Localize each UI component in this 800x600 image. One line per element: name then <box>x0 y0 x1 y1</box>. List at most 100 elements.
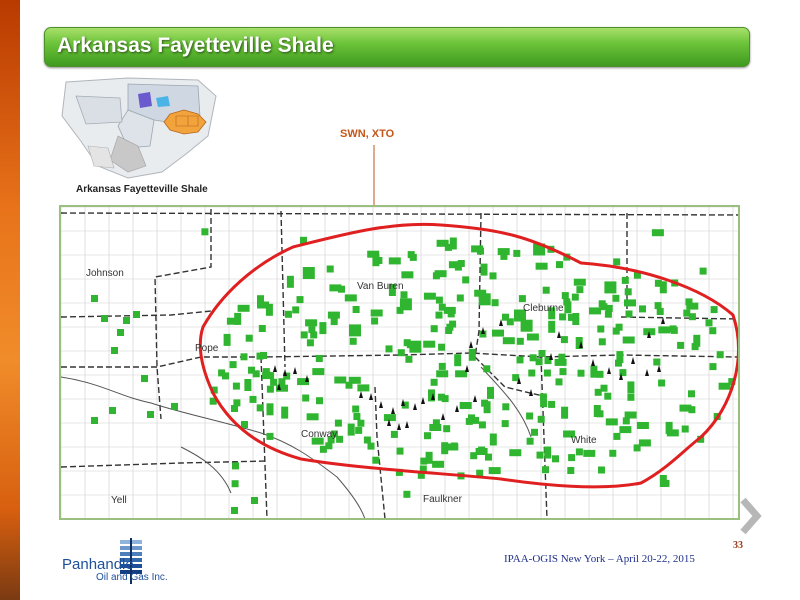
well-square <box>548 400 556 408</box>
well-square <box>256 404 264 412</box>
well-square <box>432 460 445 468</box>
well-square <box>449 320 457 328</box>
county-label-van-buren: Van Buren <box>357 281 404 292</box>
well-square <box>438 362 446 370</box>
well-square <box>348 376 361 384</box>
well-square <box>488 467 501 475</box>
well-square <box>438 303 446 311</box>
well-square <box>437 393 445 401</box>
well-square <box>609 449 617 457</box>
well-square <box>639 305 646 313</box>
well-square <box>561 292 569 300</box>
well-square <box>688 406 696 414</box>
rig-marker <box>441 413 445 420</box>
well-square <box>478 421 486 429</box>
well-square <box>347 423 355 436</box>
well-square <box>520 319 533 332</box>
well-square <box>538 350 546 357</box>
well-square <box>598 338 606 346</box>
well-square <box>91 417 98 424</box>
well-square <box>232 382 240 390</box>
well-square <box>489 272 497 280</box>
well-square <box>444 243 452 251</box>
well-square <box>563 298 571 306</box>
well-square <box>625 310 633 318</box>
well-square <box>502 337 515 345</box>
county-map-canvas <box>61 207 738 518</box>
well-square <box>101 315 108 322</box>
rig-marker <box>465 365 469 372</box>
well-square <box>334 419 342 427</box>
well-square <box>456 294 464 302</box>
well-square <box>388 257 401 265</box>
well-square <box>256 352 264 360</box>
well-square <box>554 358 567 366</box>
well-square <box>330 318 338 326</box>
well-square <box>699 267 707 275</box>
county-label-yell: Yell <box>111 495 127 506</box>
well-square <box>438 343 446 351</box>
well-square <box>117 329 124 336</box>
well-square <box>500 252 508 260</box>
well-square <box>326 265 334 273</box>
well-square <box>445 327 453 334</box>
well-square <box>319 322 327 335</box>
well-square <box>535 262 548 270</box>
well-square <box>710 306 718 314</box>
well-square <box>141 375 148 382</box>
well-square <box>91 295 98 302</box>
well-square <box>528 369 536 377</box>
well-square <box>474 289 487 297</box>
rig-marker <box>557 331 561 338</box>
well-square <box>319 445 327 453</box>
rig-marker <box>397 423 401 430</box>
well-square <box>424 432 431 440</box>
well-square <box>470 452 478 460</box>
well-square <box>670 326 678 334</box>
well-square <box>502 403 510 411</box>
well-square <box>435 311 443 319</box>
well-square <box>627 381 635 394</box>
well-square <box>344 294 357 302</box>
well-square <box>400 291 408 299</box>
well-square <box>401 271 414 279</box>
well-square <box>306 413 319 421</box>
well-square <box>218 369 226 377</box>
rig-marker <box>469 341 473 348</box>
rig-marker <box>283 369 287 376</box>
well-square <box>659 281 667 294</box>
well-square <box>535 358 543 366</box>
well-square <box>257 295 264 303</box>
well-square <box>613 432 621 440</box>
well-square <box>627 393 635 401</box>
well-square <box>231 405 238 412</box>
rig-marker <box>421 397 425 404</box>
well-square <box>357 419 365 427</box>
well-square <box>399 298 412 311</box>
well-square <box>598 466 605 474</box>
well-square <box>567 313 575 321</box>
well-square <box>677 341 685 349</box>
rig-marker <box>473 395 477 402</box>
well-square <box>147 411 154 418</box>
well-square <box>371 317 379 325</box>
well-square <box>423 340 436 348</box>
slide-title: Arkansas Fayetteville Shale <box>57 34 334 57</box>
well-square <box>597 325 605 333</box>
well-square <box>688 390 695 398</box>
well-square <box>430 325 438 333</box>
well-square <box>638 439 651 447</box>
rig-marker <box>273 365 277 372</box>
well-square <box>292 306 300 314</box>
well-square <box>654 302 662 310</box>
well-square <box>284 310 292 318</box>
well-square <box>462 276 470 284</box>
well-square <box>513 249 521 257</box>
chevron-right-icon[interactable] <box>737 496 763 536</box>
well-square <box>385 345 393 353</box>
well-square <box>397 349 405 357</box>
well-square <box>526 412 534 420</box>
well-square <box>258 325 266 332</box>
well-square <box>241 421 248 428</box>
well-square <box>518 295 526 303</box>
